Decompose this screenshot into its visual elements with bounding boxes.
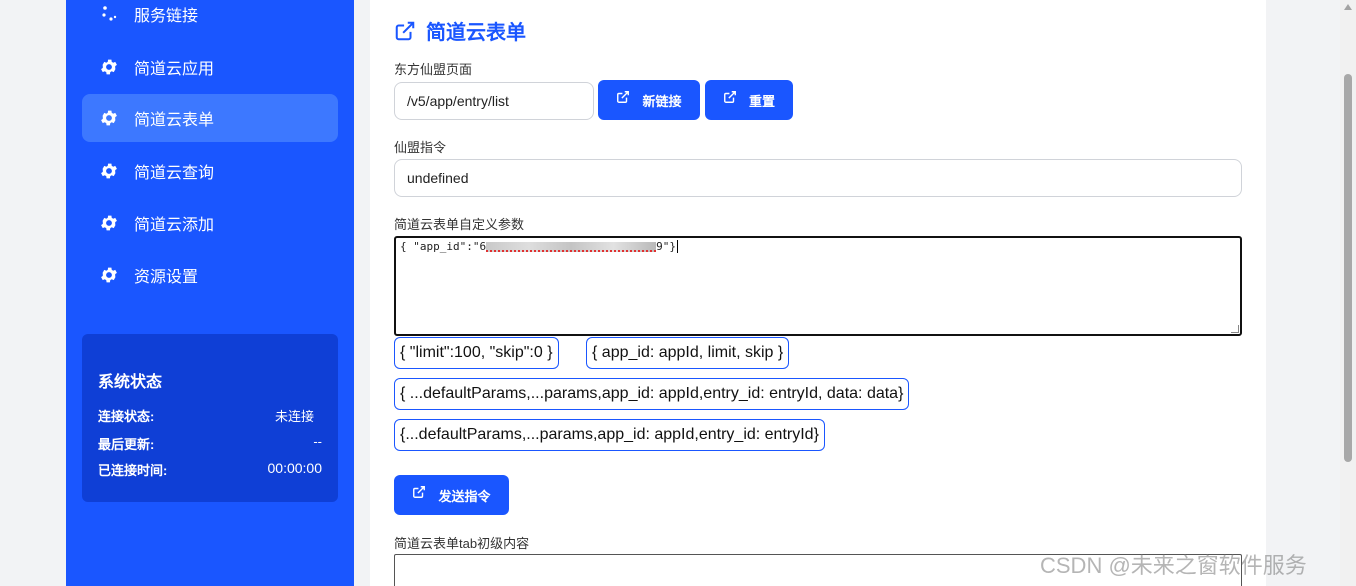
sidebar-item-jdy-query[interactable]: 简道云查询 xyxy=(82,147,338,195)
sidebar-item-label: 资源设置 xyxy=(134,269,199,286)
sidebar-item-label: 服务链接 xyxy=(134,8,199,25)
external-link-icon xyxy=(616,90,630,104)
sidebar: 服务链接 简道云应用 简道云表单 简道云查询 简道云添加 资源设置 系统状态 连… xyxy=(66,0,354,586)
preset-chip-limit-skip[interactable]: { "limit":100, "skip":0 } xyxy=(394,337,559,369)
sidebar-item-service-link[interactable]: 服务链接 xyxy=(82,0,338,38)
watermark: CSDN @未来之窗软件服务 xyxy=(1040,553,1307,578)
params-textarea[interactable]: { "app_id":"6 9"} xyxy=(394,236,1242,336)
page-title-text: 简道云表单 xyxy=(426,22,526,44)
status-label: 连接状态: xyxy=(98,409,155,424)
status-value: 00:00:00 xyxy=(267,460,323,476)
status-title: 系统状态 xyxy=(98,374,163,391)
main-panel: 简道云表单 东方仙盟页面 /v5/app/entry/list 新链接 重置 仙… xyxy=(370,0,1266,586)
gear-icon xyxy=(98,212,120,234)
params-text-prefix: { "app_id":"6 xyxy=(400,240,487,253)
page-label: 东方仙盟页面 xyxy=(394,62,473,77)
send-command-button[interactable]: 发送指令 xyxy=(394,475,509,515)
status-row-connection: 连接状态: 未连接 xyxy=(98,406,322,425)
preset-chip-default-params-data[interactable]: { ...defaultParams,...params,app_id: app… xyxy=(394,378,910,410)
external-link-icon xyxy=(412,485,426,499)
status-value: -- xyxy=(313,434,322,449)
status-row-connected-time: 已连接时间: 00:00:00 xyxy=(98,460,322,479)
sidebar-item-resource-settings[interactable]: 资源设置 xyxy=(82,251,338,299)
external-link-icon xyxy=(723,90,737,104)
sidebar-item-label: 简道云应用 xyxy=(134,61,215,78)
sidebar-item-jdy-form[interactable]: 简道云表单 xyxy=(82,94,338,142)
scroll-thumb[interactable] xyxy=(1344,74,1352,462)
tab-content-label: 简道云表单tab初级内容 xyxy=(394,536,530,551)
send-command-button-label: 发送指令 xyxy=(438,488,491,504)
sidebar-item-label: 简道云表单 xyxy=(134,112,215,129)
command-label: 仙盟指令 xyxy=(394,140,447,155)
status-label: 已连接时间: xyxy=(98,463,168,478)
new-link-button-label: 新链接 xyxy=(642,93,682,109)
params-text-suffix: 9"} xyxy=(656,240,676,253)
dots-icon xyxy=(98,3,120,25)
sidebar-item-jdy-app[interactable]: 简道云应用 xyxy=(82,43,338,91)
reset-button[interactable]: 重置 xyxy=(705,80,793,120)
resize-handle[interactable] xyxy=(1231,325,1239,333)
sidebar-item-label: 简道云添加 xyxy=(134,217,215,234)
preset-chip-app-id[interactable]: { app_id: appId, limit, skip } xyxy=(586,337,790,369)
gear-icon xyxy=(98,160,120,182)
new-link-button[interactable]: 新链接 xyxy=(598,80,700,120)
sidebar-item-label: 简道云查询 xyxy=(134,165,215,182)
system-status-card: 系统状态 连接状态: 未连接 最后更新: -- 已连接时间: 00:00:00 xyxy=(82,334,338,502)
status-row-last-update: 最后更新: -- xyxy=(98,434,322,453)
page-scrollbar[interactable] xyxy=(1340,0,1356,586)
gear-icon xyxy=(98,264,120,286)
reset-button-label: 重置 xyxy=(748,93,775,109)
gear-icon xyxy=(98,56,120,78)
text-cursor xyxy=(676,240,678,253)
preset-chip-default-params-entry[interactable]: {...defaultParams,...params,app_id: appI… xyxy=(394,419,825,451)
page-path-input[interactable]: /v5/app/entry/list xyxy=(394,82,594,120)
params-label: 简道云表单自定义参数 xyxy=(394,217,525,232)
status-label: 最后更新: xyxy=(98,437,155,452)
page-title: 简道云表单 xyxy=(394,16,526,45)
status-value: 未连接 xyxy=(274,409,314,424)
command-input[interactable]: undefined xyxy=(394,159,1242,197)
sidebar-item-jdy-add[interactable]: 简道云添加 xyxy=(82,199,338,247)
redacted-block xyxy=(486,242,657,252)
scroll-up-arrow-icon[interactable] xyxy=(1344,4,1352,10)
external-link-icon xyxy=(394,20,416,42)
gear-icon xyxy=(98,107,120,129)
